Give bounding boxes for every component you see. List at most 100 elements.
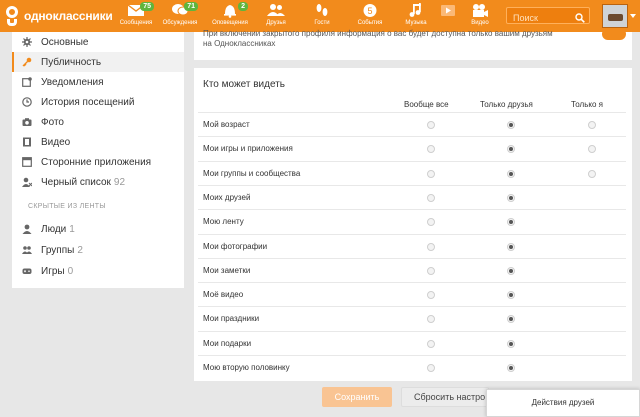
sidebar-item-label: Видео: [41, 136, 71, 148]
sidebar-item-notifications[interactable]: Уведомления: [12, 72, 184, 92]
sidebar-item-publicity[interactable]: Публичность: [12, 52, 184, 72]
chevron-down-icon[interactable]: [630, 14, 636, 18]
sidebar-item-people[interactable]: Люди 1: [12, 219, 184, 239]
sidebar-item-count: 1: [69, 223, 75, 235]
sidebar-item-general[interactable]: Основные: [12, 32, 184, 52]
nav-label: Видео: [471, 20, 489, 26]
privacy-row-label: Мои заметки: [203, 265, 251, 275]
privacy-row: Моих друзей: [198, 184, 626, 209]
radio-everyone[interactable]: [427, 169, 435, 178]
radio-everyone[interactable]: [427, 315, 435, 324]
nav-messages[interactable]: Сообщения 75: [114, 2, 158, 32]
radio-everyone[interactable]: [427, 339, 435, 348]
privacy-row: Мои подарки: [198, 330, 626, 355]
brand-name: одноклассники: [24, 9, 113, 23]
sidebar-item-label: Игры: [41, 265, 65, 277]
nav-guests[interactable]: Гости: [300, 2, 344, 32]
privacy-row: Мои фотографии: [198, 233, 626, 258]
nav-friends[interactable]: Друзья: [254, 2, 298, 32]
radio-everyone[interactable]: [427, 193, 435, 202]
nav-video[interactable]: Видео: [458, 2, 502, 32]
key-icon: [22, 57, 32, 67]
radio-everyone[interactable]: [427, 145, 435, 154]
sidebar-item-video[interactable]: Видео: [12, 132, 184, 152]
camera-icon: [22, 117, 32, 127]
count-badge: 2: [238, 2, 248, 11]
privacy-row-label: Мои праздники: [203, 314, 260, 324]
privacy-panel: Кто может видеть Вообще все Только друзь…: [194, 68, 632, 381]
nav-discussions[interactable]: Обсуждения 71: [158, 2, 202, 32]
radio-everyone[interactable]: [427, 121, 435, 129]
privacy-row-label: Мою вторую половинку: [203, 363, 290, 372]
search-icon[interactable]: [575, 10, 585, 23]
nav-label: Оповещения: [212, 20, 248, 26]
sidebar-item-games[interactable]: Игры 0: [12, 261, 184, 281]
nav-label: События: [357, 20, 383, 26]
logo[interactable]: одноклассники: [4, 4, 113, 28]
sidebar-item-blacklist[interactable]: Черный список 92: [12, 172, 184, 192]
radio-everyone[interactable]: [427, 291, 435, 300]
radio-everyone[interactable]: [427, 266, 435, 275]
privacy-row-label: Моё видео: [203, 290, 244, 300]
nav-notifications[interactable]: Оповещения 2: [208, 2, 252, 32]
bell-icon: [221, 3, 239, 19]
sidebar-item-label: Уведомления: [41, 76, 104, 88]
save-button[interactable]: Сохранить: [322, 387, 392, 407]
privacy-row-label: Мои фотографии: [203, 241, 268, 251]
sidebar-item-label: Основные: [41, 36, 89, 48]
privacy-row: Мои группы и сообщества: [198, 160, 626, 185]
privacy-row: Мои праздники: [198, 306, 626, 330]
privacy-row: Мои заметки: [198, 257, 626, 282]
friends-actions-label: Действия друзей: [531, 398, 595, 407]
radio-everyone[interactable]: [427, 242, 435, 251]
radio-everyone[interactable]: [427, 364, 435, 372]
radio-friends-only[interactable]: [507, 242, 515, 251]
group-icon: [22, 245, 32, 255]
sidebar-item-label: История посещений: [41, 96, 135, 108]
sidebar-item-visit-history[interactable]: История посещений: [12, 92, 184, 112]
clock-icon: [22, 97, 32, 107]
privacy-title: Кто может видеть: [203, 79, 285, 90]
radio-only-me[interactable]: [588, 145, 596, 154]
sidebar-item-third-party-apps[interactable]: Сторонние приложения: [12, 152, 184, 172]
sidebar-item-label: Группы: [41, 244, 75, 256]
radio-only-me[interactable]: [588, 169, 596, 178]
friends-icon: [267, 3, 285, 19]
radio-friends-only[interactable]: [507, 218, 515, 227]
search-input[interactable]: [507, 10, 575, 26]
radio-friends-only[interactable]: [507, 145, 515, 154]
radio-everyone[interactable]: [427, 218, 435, 227]
closed-profile-toggle[interactable]: [602, 28, 626, 40]
events-icon: 5: [361, 3, 379, 19]
radio-friends-only[interactable]: [507, 193, 515, 202]
radio-friends-only[interactable]: [507, 169, 515, 178]
sidebar-item-label: Публичность: [41, 56, 102, 68]
gear-icon: [22, 37, 32, 47]
privacy-row-label: Моих друзей: [203, 192, 251, 202]
column-header-only-me: Только я: [571, 100, 603, 109]
radio-friends-only[interactable]: [507, 266, 515, 275]
radio-friends-only[interactable]: [507, 121, 515, 129]
sidebar-item-photo[interactable]: Фото: [12, 112, 184, 132]
privacy-row: Мою ленту: [198, 209, 626, 233]
sidebar-item-groups[interactable]: Группы 2: [12, 240, 184, 260]
radio-friends-only[interactable]: [507, 291, 515, 300]
avatar[interactable]: [602, 4, 628, 28]
privacy-row: Мой возраст: [198, 112, 626, 136]
friends-actions-popup[interactable]: Действия друзей: [486, 389, 640, 417]
radio-friends-only[interactable]: [507, 364, 515, 372]
radio-friends-only[interactable]: [507, 315, 515, 324]
settings-sidebar: Основные Публичность Уведомления История…: [12, 32, 184, 288]
count-badge: 71: [184, 2, 198, 11]
closed-profile-notice: При включении закрытого профиля информац…: [203, 29, 553, 48]
svg-text:5: 5: [367, 6, 372, 16]
section-heading-hidden-from-feed: СКРЫТЫЕ ИЗ ЛЕНТЫ: [28, 203, 106, 210]
nav-events[interactable]: 5 События: [348, 2, 392, 32]
radio-only-me[interactable]: [588, 121, 596, 129]
reset-settings-button[interactable]: Сбросить настро: [401, 387, 489, 407]
privacy-row: Мои игры и приложения: [198, 136, 626, 160]
nav-label: Гости: [314, 20, 330, 26]
blocked-user-icon: [22, 177, 32, 187]
radio-friends-only[interactable]: [507, 339, 515, 348]
privacy-row-label: Мою ленту: [203, 217, 244, 227]
